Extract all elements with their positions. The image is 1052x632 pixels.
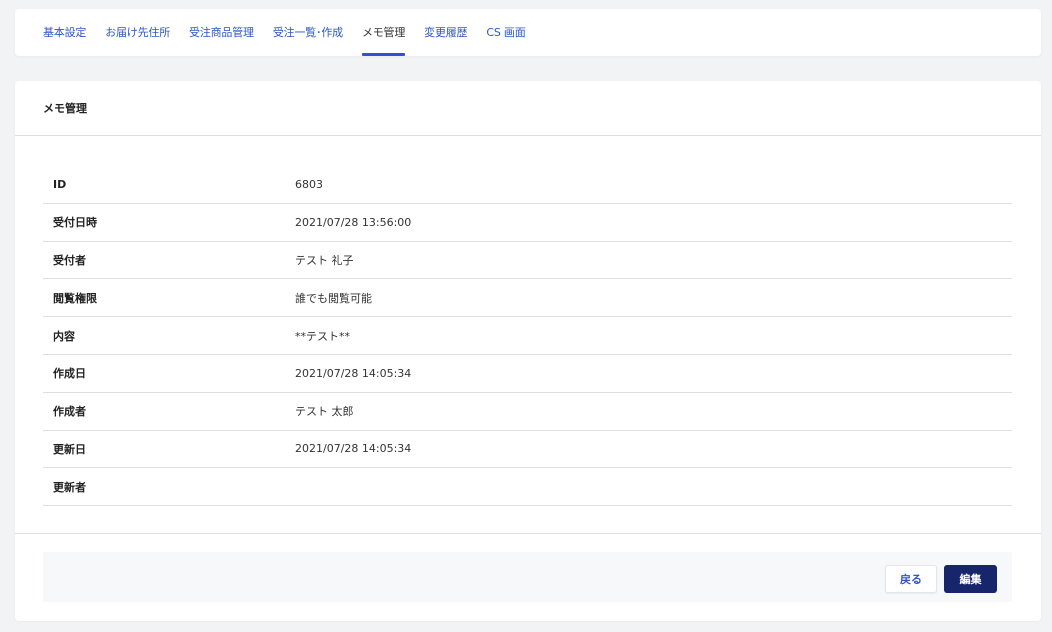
detail-value: **テスト** — [295, 329, 350, 343]
detail-row-updater: 更新者 — [43, 468, 1012, 507]
action-footer: 戻る 編集 — [43, 552, 1012, 602]
detail-value: 2021/07/28 14:05:34 — [295, 442, 412, 456]
tab-cs-screen[interactable]: CS 画面 — [486, 9, 525, 56]
detail-row-created-date: 作成日 2021/07/28 14:05:34 — [43, 355, 1012, 393]
detail-row-view-permission: 閲覧権限 誰でも閲覧可能 — [43, 279, 1012, 318]
detail-row-content: 内容 **テスト** — [43, 317, 1012, 355]
card-header: メモ管理 — [15, 81, 1041, 136]
detail-value: 2021/07/28 14:05:34 — [295, 366, 412, 380]
detail-row-receiver: 受付者 テスト 礼子 — [43, 242, 1012, 280]
tab-order-list[interactable]: 受注一覧･作成 — [273, 9, 343, 56]
tab-memo-management[interactable]: メモ管理 — [361, 9, 406, 56]
detail-label: 受付者 — [53, 253, 86, 267]
detail-value: テスト 礼子 — [295, 253, 354, 267]
detail-label: 作成者 — [53, 405, 86, 419]
detail-value: 誰でも閲覧可能 — [295, 291, 372, 305]
tabs: 基本設定 お届け先住所 受注商品管理 受注一覧･作成 メモ管理 変更履歴 CS … — [43, 9, 545, 56]
detail-row-id: ID 6803 — [43, 166, 1012, 204]
detail-row-updated-date: 更新日 2021/07/28 14:05:34 — [43, 431, 1012, 469]
tab-basic-settings[interactable]: 基本設定 — [43, 9, 86, 56]
page-title: メモ管理 — [43, 102, 87, 115]
edit-button[interactable]: 編集 — [944, 565, 997, 593]
back-button[interactable]: 戻る — [885, 565, 937, 593]
tab-navigation-bar: 基本設定 お届け先住所 受注商品管理 受注一覧･作成 メモ管理 変更履歴 CS … — [15, 9, 1041, 56]
footer-divider — [15, 533, 1041, 534]
detail-label: 内容 — [53, 329, 75, 343]
detail-value: テスト 太郎 — [295, 405, 354, 419]
tab-delivery-address[interactable]: お届け先住所 — [105, 9, 170, 56]
detail-label: 受付日時 — [53, 216, 97, 230]
detail-label: 更新日 — [53, 442, 86, 456]
tab-change-history[interactable]: 変更履歴 — [424, 9, 467, 56]
detail-label: 閲覧権限 — [53, 291, 97, 305]
tab-order-items[interactable]: 受注商品管理 — [189, 9, 254, 56]
memo-detail-table: ID 6803 受付日時 2021/07/28 13:56:00 受付者 テスト… — [43, 166, 1012, 507]
memo-detail-card: メモ管理 ID 6803 受付日時 2021/07/28 13:56:00 受付… — [15, 81, 1041, 621]
detail-value: 2021/07/28 13:56:00 — [295, 215, 412, 229]
detail-label: ID — [53, 177, 67, 191]
detail-value: 6803 — [295, 177, 323, 191]
detail-label: 作成日 — [53, 367, 86, 381]
detail-label: 更新者 — [53, 480, 86, 494]
detail-row-creator: 作成者 テスト 太郎 — [43, 393, 1012, 431]
detail-row-received-at: 受付日時 2021/07/28 13:56:00 — [43, 204, 1012, 242]
